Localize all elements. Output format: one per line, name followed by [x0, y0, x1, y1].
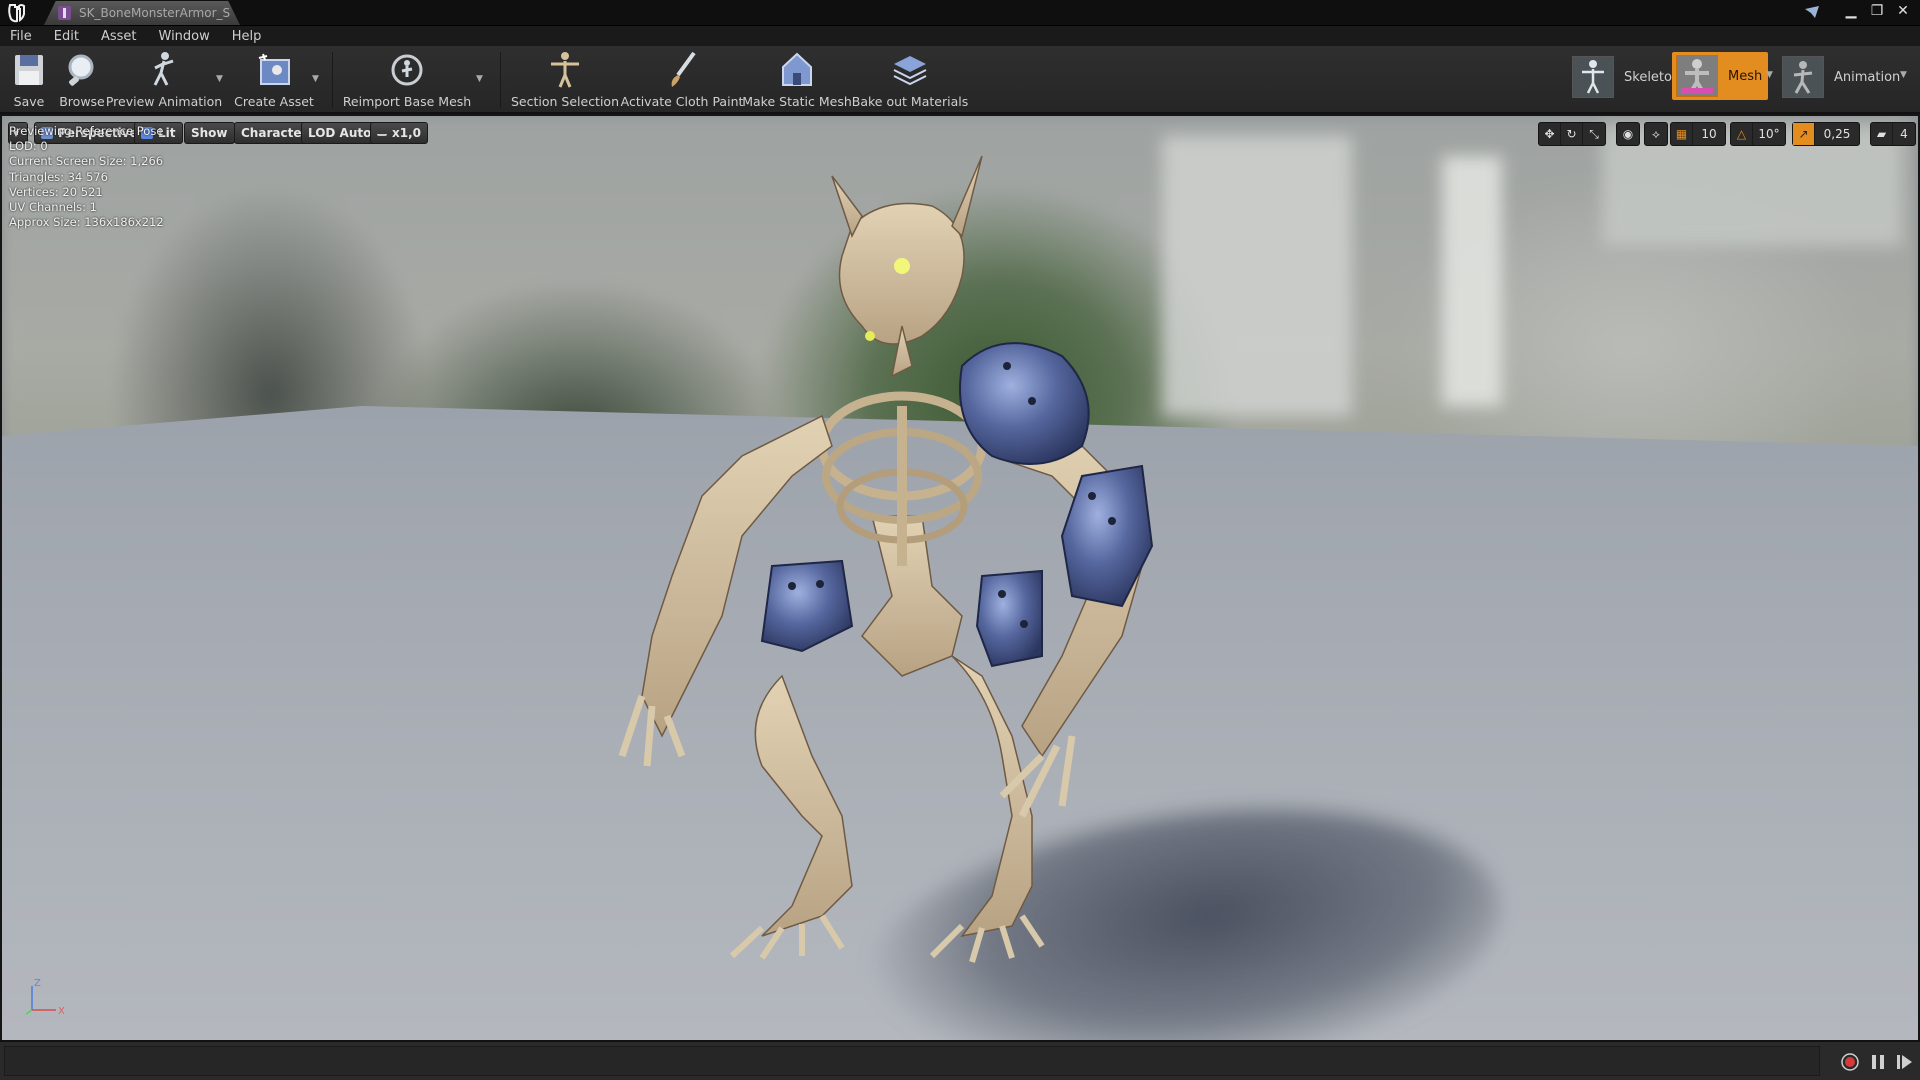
- stats-line: UV Channels: 1: [9, 200, 97, 215]
- timeline-bar: [0, 1040, 1920, 1080]
- close-button[interactable]: ✕: [1892, 2, 1914, 20]
- scale-icon[interactable]: ⤡: [1583, 123, 1605, 145]
- unreal-logo-icon[interactable]: [6, 2, 28, 24]
- save-icon: [9, 50, 49, 90]
- camera-speed-value[interactable]: 4: [1893, 123, 1915, 145]
- t-pose-figure-icon: [545, 50, 585, 90]
- skeleton-mode-button[interactable]: Skeleton: [1572, 52, 1680, 102]
- menu-bar: File Edit Asset Window Help: [0, 26, 1920, 46]
- pause-icon[interactable]: [1868, 1052, 1888, 1072]
- activate-cloth-paint-button[interactable]: Activate Cloth Paint: [621, 50, 743, 109]
- animation-mode-dropdown[interactable]: ▼: [1900, 70, 1910, 80]
- grid-snap-value[interactable]: 10: [1693, 123, 1725, 145]
- stats-line: Approx Size: 136x186x212: [9, 215, 164, 230]
- restore-button[interactable]: ❐: [1866, 2, 1888, 20]
- menu-edit[interactable]: Edit: [54, 29, 79, 44]
- scale-snap-value[interactable]: 0,25: [1815, 123, 1859, 145]
- layers-icon: [890, 50, 930, 90]
- camera-speed-group: ▰ 4: [1870, 122, 1916, 146]
- menu-asset[interactable]: Asset: [101, 29, 137, 44]
- menu-window[interactable]: Window: [159, 29, 210, 44]
- reimport-base-mesh-button[interactable]: Reimport Base Mesh: [343, 50, 471, 109]
- axis-z-label: Z: [34, 978, 41, 989]
- grid-snap-icon[interactable]: ▦: [1671, 123, 1693, 145]
- stats-line: Triangles: 34 576: [9, 169, 108, 184]
- reimport-icon: [387, 50, 427, 90]
- scale-snap-icon[interactable]: ↗: [1793, 123, 1815, 145]
- step-forward-icon[interactable]: [1894, 1052, 1914, 1072]
- mesh-mode-button[interactable]: Mesh: [1672, 52, 1769, 100]
- bake-out-materials-button[interactable]: Bake out Materials: [852, 50, 968, 109]
- main-toolbar: Save Browse Preview Animation ▼ Create A…: [0, 46, 1920, 114]
- axis-gizmo: Z X: [25, 978, 65, 1016]
- toolbar-separator: [500, 52, 501, 108]
- rotation-snap-icon[interactable]: △: [1731, 123, 1753, 145]
- timeline-track[interactable]: [4, 1046, 1820, 1076]
- rotation-snap-group: △ 10°: [1730, 122, 1786, 146]
- toolbar-separator: [332, 52, 333, 108]
- bone-monster-mesh[interactable]: [2, 116, 1918, 1040]
- document-tab[interactable]: SK_BoneMonsterArmor_S: [44, 1, 240, 25]
- stats-line: Previewing Reference Pose: [9, 124, 164, 138]
- camera-speed-icon[interactable]: ▰: [1871, 123, 1893, 145]
- preview-animation-button[interactable]: Preview Animation: [106, 50, 222, 109]
- animation-mode-button[interactable]: Animation: [1782, 52, 1900, 102]
- lod-button[interactable]: LOD Auto: [301, 122, 379, 144]
- axis-x-label: X: [58, 1006, 65, 1016]
- rotate-icon[interactable]: ↻: [1561, 123, 1583, 145]
- menu-file[interactable]: File: [10, 29, 32, 44]
- create-asset-button[interactable]: Create Asset: [234, 50, 314, 109]
- minimize-button[interactable]: ▁: [1840, 2, 1862, 20]
- world-space-icon: ◉: [1622, 127, 1634, 141]
- mesh-mode-dropdown[interactable]: ▼: [1766, 70, 1776, 80]
- stats-line: Current Screen Size: 1,266: [9, 154, 164, 169]
- create-asset-dropdown[interactable]: ▼: [312, 74, 322, 84]
- paint-brush-icon: [662, 50, 702, 90]
- browse-button[interactable]: Browse: [58, 50, 106, 109]
- stats-line: LOD: 0: [9, 139, 48, 154]
- preview-animation-dropdown[interactable]: ▼: [216, 74, 226, 84]
- playback-speed-button[interactable]: x1,0: [370, 122, 428, 144]
- create-asset-icon: [254, 50, 294, 90]
- speed-icon: [377, 130, 387, 136]
- menu-help[interactable]: Help: [232, 29, 262, 44]
- document-tab-title: SK_BoneMonsterArmor_S: [79, 6, 231, 20]
- rotation-snap-value[interactable]: 10°: [1753, 123, 1785, 145]
- coordinate-space-button[interactable]: ◉: [1616, 122, 1640, 146]
- section-selection-button[interactable]: Section Selection: [511, 50, 619, 109]
- reimport-dropdown[interactable]: ▼: [476, 74, 486, 84]
- skeletal-mesh-icon: [58, 6, 71, 20]
- surface-snap-button[interactable]: ⟡: [1644, 122, 1668, 146]
- save-button[interactable]: Save: [8, 50, 50, 109]
- scale-snap-group: ↗ 0,25: [1792, 122, 1860, 146]
- skeleton-mode-icon: [1572, 56, 1614, 98]
- show-button[interactable]: Show: [184, 122, 235, 144]
- transform-tools: ✥ ↻ ⤡: [1538, 122, 1606, 146]
- surface-snap-icon: ⟡: [1652, 126, 1660, 141]
- notification-icon[interactable]: [1804, 5, 1820, 19]
- grid-snap-group: ▦ 10: [1670, 122, 1726, 146]
- record-icon[interactable]: [1840, 1052, 1860, 1072]
- mesh-mode-icon: [1676, 55, 1718, 97]
- running-figure-icon: [144, 50, 184, 90]
- animation-mode-icon: [1782, 56, 1824, 98]
- static-mesh-house-icon: [777, 50, 817, 90]
- stats-line: Vertices: 20 521: [9, 184, 103, 199]
- title-bar: SK_BoneMonsterArmor_S ▁ ❐ ✕: [0, 0, 1920, 26]
- viewport-stats: Previewing Reference Pose LOD: 0 Current…: [9, 124, 164, 230]
- 3d-viewport[interactable]: ▾ Perspective Lit Show Character LOD Aut…: [2, 116, 1918, 1040]
- magnifier-icon: [62, 50, 102, 90]
- make-static-mesh-button[interactable]: Make Static Mesh: [742, 50, 852, 109]
- translate-icon[interactable]: ✥: [1539, 123, 1561, 145]
